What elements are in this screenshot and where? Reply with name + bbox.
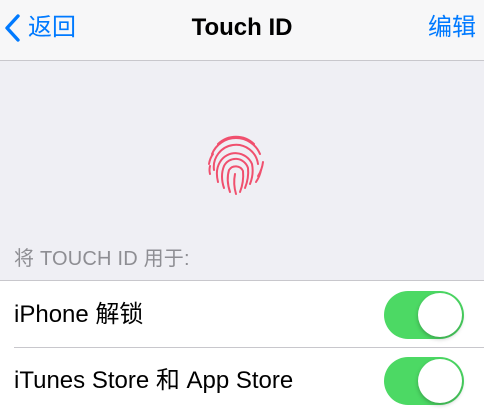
edit-button[interactable]: 编辑 [428,8,476,48]
toggle-knob [418,293,462,337]
row-label: iTunes Store 和 App Store [14,367,294,394]
fingerprint-icon [208,135,264,195]
row-label: iPhone 解锁 [14,301,144,328]
navigation-bar: 返回 Touch ID 编辑 [0,0,484,61]
touch-id-settings-screen: 返回 Touch ID 编辑 将 TOUCH ID 用于: iPhone 解锁 [0,0,484,409]
settings-row-iphone-unlock: iPhone 解锁 [0,281,484,347]
settings-row-itunes-app-store: iTunes Store 和 App Store [0,347,484,409]
toggle-knob [418,359,462,403]
settings-group: iPhone 解锁 iTunes Store 和 App Store [0,280,484,409]
section-header: 将 TOUCH ID 用于: [14,248,190,270]
page-title: Touch ID [191,14,293,41]
itunes-app-store-toggle[interactable] [384,357,464,405]
iphone-unlock-toggle[interactable] [384,291,464,339]
